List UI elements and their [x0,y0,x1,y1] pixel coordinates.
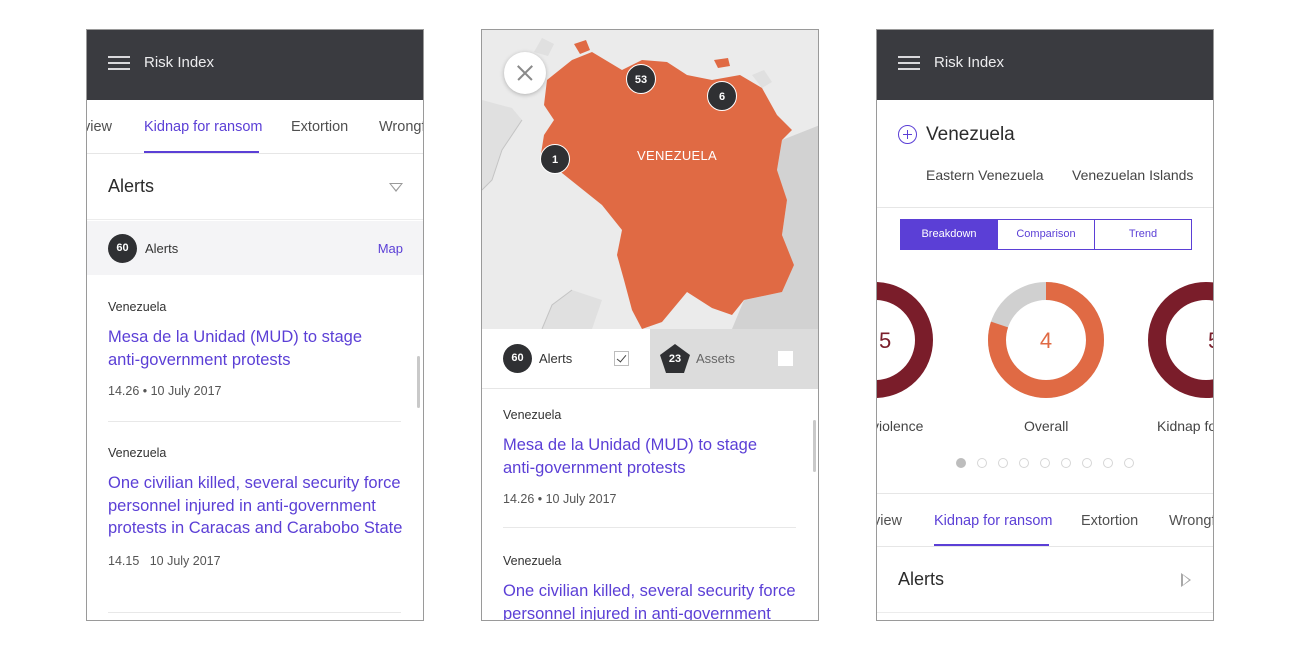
filter-alerts-toggle[interactable]: 60 Alerts [482,329,650,389]
tab-wrongful[interactable]: Wrongf [1169,513,1213,529]
hamburger-icon[interactable] [108,56,130,70]
alert-cluster-marker[interactable]: 53 [626,64,656,94]
hamburger-icon[interactable] [898,56,920,70]
alert-region: Venezuela [503,408,562,422]
island-shape [574,40,590,54]
aruba-shape [534,38,554,56]
colombia-north-shape [482,100,522,190]
donut-kidnap: 5 [1148,282,1214,398]
pagination-dot[interactable] [1040,458,1050,468]
alert-title-link[interactable]: Mesa de la Unidad (MUD) to stage anti-go… [503,434,773,479]
segment-trend[interactable]: Trend [1094,220,1191,249]
venezuela-map[interactable]: VENEZUELA 53 6 1 [482,30,818,329]
pagination-dot[interactable] [956,458,966,468]
subregion-link[interactable]: Venezuelan Islands [1072,167,1193,183]
tab-overview[interactable]: view [87,119,112,135]
alerts-list-screen: Risk Index view Kidnap for ransom Extort… [86,29,424,621]
alert-title-link[interactable]: Mesa de la Unidad (MUD) to stage anti-go… [108,326,378,371]
margarita-shape [714,58,730,68]
app-title: Risk Index [144,54,215,71]
tab-kidnap-for-ransom[interactable]: Kidnap for ransom [144,119,262,135]
alert-region: Venezuela [503,554,562,568]
pagination-dot[interactable] [1061,458,1071,468]
risk-index-screen: Risk Index Venezuela Eastern Venezuela V… [876,29,1214,621]
section-title: Alerts [898,569,945,589]
alerts-count-badge: 60 [108,234,137,263]
donut-value-kidnap: 5 [1208,328,1214,353]
alert-cluster-marker[interactable]: 1 [540,144,570,174]
alerts-map-screen: VENEZUELA 53 6 1 60 Alerts 23 Assets Ven… [481,29,819,621]
donut-label: violence [876,418,924,434]
pagination-dot[interactable] [1019,458,1029,468]
pagination-dot[interactable] [977,458,987,468]
alert-list-item[interactable]: Venezuela One civilian killed, several s… [503,554,798,620]
pagination-dot[interactable] [998,458,1008,468]
alert-list-item[interactable]: Venezuela One civilian killed, several s… [108,446,403,613]
tab-wrongful[interactable]: Wrongf [379,119,423,135]
map-filter-bar: 60 Alerts 23 Assets [482,329,818,389]
brazil-west-shape [542,290,602,329]
alerts-checkbox[interactable] [614,351,629,366]
triangle-right-icon[interactable] [1181,573,1191,587]
segment-breakdown[interactable]: Breakdown [901,220,997,249]
donut-label: Kidnap fo [1157,418,1214,434]
alert-list-item[interactable]: Venezuela Mesa de la Unidad (MUD) to sta… [503,408,796,528]
donut-value-overall: 4 [1040,328,1052,353]
active-tab-indicator [144,150,259,153]
assets-count-badge: 23 [668,353,682,365]
tab-extortion[interactable]: Extortion [291,119,348,135]
scrollbar-thumb[interactable] [813,420,816,472]
app-bar: Risk Index [87,30,423,100]
filter-label: Assets [696,351,736,366]
alerts-count-badge: 60 [503,344,532,373]
alerts-count-bar: 60 Alerts Map [87,221,423,275]
country-header: Venezuela Eastern Venezuela Venezuelan I… [877,100,1213,208]
close-icon[interactable] [504,52,546,94]
active-tab-indicator [934,543,1049,546]
alerts-count-label: Alerts [145,241,179,256]
alerts-section-header[interactable]: Alerts [87,154,423,220]
tab-overview[interactable]: view [877,513,902,529]
risk-donut-carousel[interactable]: 5 4 5 [877,278,1214,403]
filter-assets-toggle[interactable]: 23 Assets [650,329,818,389]
pagination-dot[interactable] [1103,458,1113,468]
map-link[interactable]: Map [378,241,403,256]
category-tabs: view Kidnap for ransom Extortion Wrongf [877,493,1213,547]
donut-violence: 5 [877,282,933,398]
plus-circle-icon[interactable] [898,125,917,144]
alert-list-item[interactable]: Venezuela Mesa de la Unidad (MUD) to sta… [108,300,401,422]
alert-timestamp: 14.26 • 10 July 2017 [503,492,617,506]
section-title: Alerts [108,176,155,196]
donut-value-violence: 5 [879,328,891,353]
app-bar: Risk Index [877,30,1213,100]
alert-timestamp: 14.26 • 10 July 2017 [108,384,222,398]
view-segmented-control: Breakdown Comparison Trend [900,219,1192,250]
donut-overall: 4 [988,282,1104,398]
alert-cluster-marker[interactable]: 6 [707,81,737,111]
alerts-section-header[interactable]: Alerts [877,547,1213,613]
subregion-link[interactable]: Eastern Venezuela [926,167,1044,183]
tab-kidnap-for-ransom[interactable]: Kidnap for ransom [934,513,1052,529]
country-map-label: VENEZUELA [637,148,718,163]
triangle-down-icon[interactable] [389,183,403,192]
country-name: Venezuela [926,124,1015,145]
alert-timestamp: 14.15 10 July 2017 [108,553,221,568]
app-title: Risk Index [934,54,1005,71]
scrollbar-thumb[interactable] [417,356,420,408]
category-tabs: view Kidnap for ransom Extortion Wrongf [87,100,423,154]
filter-label: Alerts [539,351,573,366]
pagination-dot[interactable] [1082,458,1092,468]
pagination-dot[interactable] [1124,458,1134,468]
alert-region: Venezuela [108,300,167,314]
tab-extortion[interactable]: Extortion [1081,513,1138,529]
alert-title-link[interactable]: One civilian killed, several security fo… [108,472,403,540]
venezuela-shape [540,52,794,329]
segment-comparison[interactable]: Comparison [997,220,1094,249]
assets-checkbox[interactable] [778,351,793,366]
alert-region: Venezuela [108,446,167,460]
alert-title-link[interactable]: One civilian killed, several security fo… [503,580,798,620]
donut-label: Overall [1024,418,1069,434]
